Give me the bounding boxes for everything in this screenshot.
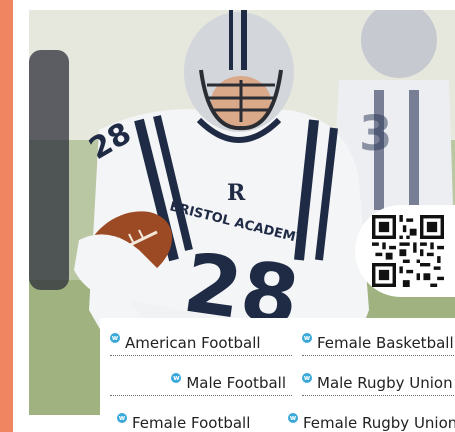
svg-text:3: 3 (359, 106, 392, 162)
tag-item[interactable]: w Female Rugby Union (288, 410, 455, 432)
tag-label: Male Football (186, 373, 286, 392)
tag-item[interactable]: w Male Football (110, 370, 292, 396)
tag-icon: w (171, 372, 182, 383)
tag-label: Female Rugby Union (303, 414, 455, 432)
tag-icon: w (117, 413, 127, 423)
tag-label: Female Basketball (317, 333, 454, 352)
tag-item[interactable]: w Female Football (117, 410, 299, 432)
jersey-logo: R (227, 180, 246, 206)
tag-item[interactable]: w Female Basketball (302, 330, 455, 356)
tag-label: American Football (125, 333, 261, 352)
tag-icon: w (302, 332, 312, 343)
tag-list: w American Football w Female Basketball … (100, 318, 455, 432)
tag-icon: w (302, 372, 312, 383)
tag-icon: w (110, 332, 120, 343)
tag-label: Female Football (132, 414, 251, 432)
qr-code-icon (372, 215, 444, 287)
tag-icon: w (288, 413, 298, 423)
tag-item[interactable]: w American Football (110, 330, 292, 356)
accent-bar (0, 0, 13, 432)
qr-badge[interactable] (355, 205, 455, 297)
tag-item[interactable]: w Male Rugby Union (302, 370, 455, 396)
tag-label: Male Rugby Union (317, 373, 453, 392)
